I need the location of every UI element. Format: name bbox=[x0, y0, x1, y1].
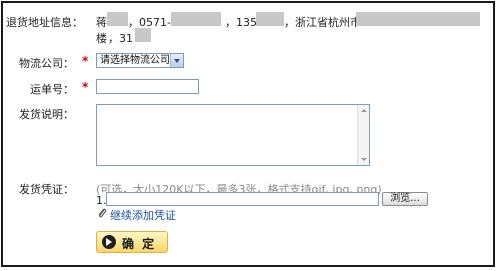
address-region: ，浙江省杭州市 bbox=[284, 16, 361, 29]
address-label: 退货地址信息： bbox=[6, 16, 83, 29]
waybill-input[interactable] bbox=[96, 79, 199, 94]
redacted-street bbox=[356, 12, 480, 26]
textarea-scrollbar[interactable] bbox=[357, 105, 369, 165]
add-voucher-link[interactable]: 继续添加凭证 bbox=[110, 207, 176, 223]
company-label: 物流公司： bbox=[19, 57, 74, 70]
description-label: 发货说明： bbox=[19, 108, 74, 121]
paperclip-icon bbox=[98, 208, 107, 218]
address-name: 蒋 bbox=[96, 16, 107, 29]
scroll-up-icon[interactable] bbox=[358, 105, 369, 116]
description-textarea[interactable] bbox=[96, 104, 370, 166]
company-select[interactable]: 请选择物流公司 bbox=[96, 53, 184, 68]
address-postcode: ，31 bbox=[108, 32, 133, 45]
voucher-item-number: 1. bbox=[96, 194, 107, 207]
company-required-mark: * bbox=[82, 54, 89, 68]
chevron-down-icon[interactable] bbox=[170, 54, 183, 67]
address-mobile: ，135 bbox=[225, 16, 257, 29]
voucher-label: 发货凭证： bbox=[19, 183, 74, 196]
redacted-name bbox=[107, 12, 128, 26]
waybill-required-mark: * bbox=[82, 80, 89, 94]
arrow-right-circle-icon bbox=[102, 235, 116, 249]
scroll-down-icon[interactable] bbox=[358, 154, 369, 165]
redacted-postcode bbox=[135, 28, 151, 42]
company-select-value: 请选择物流公司 bbox=[100, 55, 170, 66]
browse-button[interactable]: 浏览... bbox=[382, 192, 428, 206]
address-line2: 楼 bbox=[96, 32, 107, 45]
confirm-button[interactable]: 确 定 bbox=[96, 231, 168, 253]
waybill-label: 运单号： bbox=[30, 83, 74, 96]
redacted-mobile bbox=[256, 12, 284, 26]
voucher-file-input[interactable] bbox=[106, 192, 379, 206]
redacted-phone bbox=[171, 12, 221, 26]
confirm-label: 确 定 bbox=[122, 237, 157, 251]
